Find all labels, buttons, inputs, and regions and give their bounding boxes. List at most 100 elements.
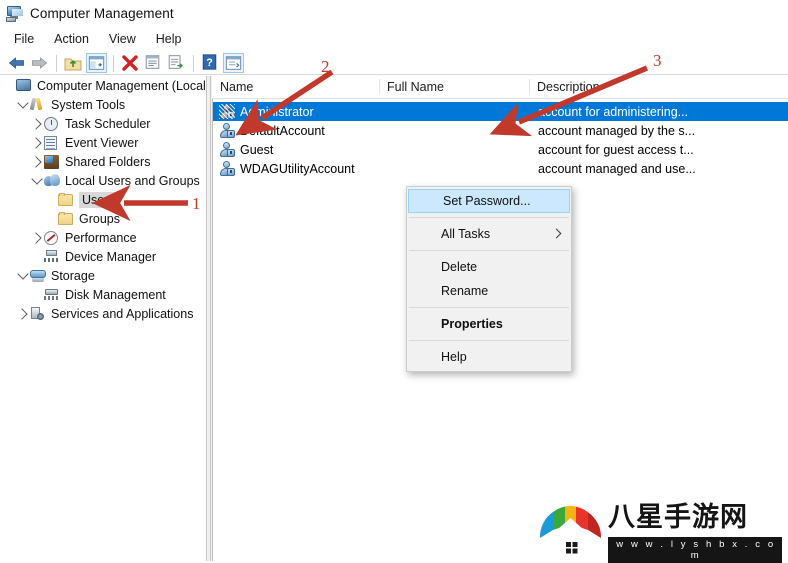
- menu-separator: [409, 340, 569, 341]
- column-header-name[interactable]: Name: [212, 76, 379, 97]
- toolbar-separator: [113, 54, 114, 72]
- title-bar: Computer Management: [0, 0, 788, 27]
- storage-icon: [30, 267, 47, 284]
- console-tree[interactable]: Computer Management (Local) System Tools T…: [0, 76, 206, 561]
- tree-item-users[interactable]: Users: [0, 190, 206, 209]
- device-manager-icon: [44, 248, 61, 265]
- chevron-down-icon[interactable]: [30, 171, 44, 190]
- list-row[interactable]: WDAGUtilityAccount account managed and us…: [213, 159, 788, 178]
- list-row[interactable]: DefaultAccount account managed by the s..…: [213, 121, 788, 140]
- user-icon: [219, 160, 235, 177]
- forward-button[interactable]: [29, 53, 50, 73]
- watermark-title: 八星手游网: [608, 502, 748, 533]
- submenu-chevron-icon: [551, 228, 562, 239]
- watermark-logo-icon: [539, 506, 602, 554]
- properties-button[interactable]: [143, 53, 164, 73]
- help-button[interactable]: ?: [200, 53, 221, 73]
- user-icon: [219, 122, 235, 139]
- watermark: 八星手游网 w w w . l y s h b x . c o m: [536, 500, 784, 563]
- user-admin-icon: [219, 103, 235, 120]
- action-pane-icon: [225, 56, 242, 70]
- tree-item-label: Computer Management (Local): [37, 78, 206, 93]
- chevron-right-icon[interactable]: [30, 133, 44, 152]
- list-row[interactable]: Administrator account for administering..…: [213, 102, 788, 121]
- back-button[interactable]: [6, 53, 27, 73]
- tree-item-label: Services and Applications: [51, 306, 194, 321]
- chevron-right-icon[interactable]: [30, 152, 44, 171]
- tree-item-shared-folders[interactable]: Shared Folders: [0, 152, 206, 171]
- annotation-number-2: 2: [321, 57, 330, 76]
- column-header-description[interactable]: Description: [529, 76, 788, 97]
- svg-text:?: ?: [206, 57, 213, 69]
- services-icon: [30, 305, 47, 322]
- chevron-down-icon[interactable]: [16, 95, 30, 114]
- tree-expander-spacer: [44, 209, 58, 228]
- folder-icon: [58, 210, 75, 227]
- tree-item-task-scheduler[interactable]: Task Scheduler: [0, 114, 206, 133]
- back-arrow-icon: [8, 57, 24, 69]
- menu-action[interactable]: Action: [45, 30, 98, 48]
- chevron-right-icon[interactable]: [30, 114, 44, 133]
- shared-folders-icon: [44, 153, 61, 170]
- tree-item-groups[interactable]: Groups: [0, 209, 206, 228]
- chevron-right-icon[interactable]: [30, 228, 44, 247]
- tree-item-disk-management[interactable]: Disk Management: [0, 285, 206, 304]
- toolbar-divider: [0, 74, 788, 75]
- disk-management-icon: [44, 286, 61, 303]
- up-folder-button[interactable]: [63, 53, 84, 73]
- list-row[interactable]: Guest account for guest access t...: [213, 140, 788, 159]
- watermark-url: w w w . l y s h b x . c o m: [608, 537, 782, 563]
- user-icon: [219, 141, 235, 158]
- user-name: WDAGUtilityAccount: [240, 161, 355, 176]
- folder-icon: [58, 191, 75, 208]
- menu-item-label: Help: [441, 350, 467, 364]
- user-name: Administrator: [240, 104, 314, 119]
- menu-item-set-password[interactable]: Set Password...: [408, 189, 570, 213]
- tree-item-system-tools[interactable]: System Tools: [0, 95, 206, 114]
- tree-item-services-and-applications[interactable]: Services and Applications: [0, 304, 206, 323]
- menu-item-label: All Tasks: [441, 227, 491, 241]
- tree-item-computer-management-local[interactable]: Computer Management (Local): [0, 76, 206, 95]
- event-viewer-icon: [44, 134, 61, 151]
- tree-item-label: Task Scheduler: [65, 116, 151, 131]
- tree-item-storage[interactable]: Storage: [0, 266, 206, 285]
- tree-item-label: Storage: [51, 268, 95, 283]
- column-divider[interactable]: [529, 79, 530, 94]
- user-description: account managed by the s...: [538, 123, 696, 138]
- column-header-full-name[interactable]: Full Name: [379, 76, 529, 97]
- delete-button[interactable]: [120, 53, 141, 73]
- menu-item-delete[interactable]: Delete: [407, 255, 571, 279]
- toolbar: ?: [0, 51, 788, 75]
- export-list-button[interactable]: [166, 53, 187, 73]
- menu-item-rename[interactable]: Rename: [407, 279, 571, 303]
- menu-item-all-tasks[interactable]: All Tasks: [407, 222, 571, 246]
- context-menu[interactable]: Set Password... All Tasks Delete Rename Prop…: [406, 186, 572, 372]
- menu-item-help[interactable]: Help: [407, 345, 571, 369]
- toolbar-separator: [193, 54, 194, 72]
- chevron-right-icon[interactable]: [16, 304, 30, 323]
- menu-bar: File Action View Help: [0, 28, 788, 50]
- list-header[interactable]: Name Full Name Description: [212, 76, 788, 99]
- tree-item-event-viewer[interactable]: Event Viewer: [0, 133, 206, 152]
- tree-item-local-users-and-groups[interactable]: Local Users and Groups: [0, 171, 206, 190]
- menu-file[interactable]: File: [5, 30, 43, 48]
- annotation-number-3: 3: [653, 51, 662, 70]
- export-list-icon: [168, 55, 183, 69]
- show-action-pane-button[interactable]: [223, 53, 244, 73]
- menu-view[interactable]: View: [100, 30, 145, 48]
- tree-expander-spacer: [2, 76, 16, 95]
- tree-item-label: Disk Management: [65, 287, 166, 302]
- column-divider[interactable]: [379, 79, 380, 94]
- menu-separator: [409, 250, 569, 251]
- menu-item-label: Properties: [441, 317, 503, 331]
- main-content: Computer Management (Local) System Tools T…: [0, 76, 788, 561]
- tree-item-device-manager[interactable]: Device Manager: [0, 247, 206, 266]
- menu-help[interactable]: Help: [147, 30, 191, 48]
- menu-item-properties[interactable]: Properties: [407, 312, 571, 336]
- show-hide-console-tree-button[interactable]: [86, 53, 107, 73]
- user-name: DefaultAccount: [240, 123, 325, 138]
- tree-item-label: Users: [79, 191, 119, 208]
- red-x-icon: [122, 55, 138, 71]
- chevron-down-icon[interactable]: [16, 266, 30, 285]
- tree-item-performance[interactable]: Performance: [0, 228, 206, 247]
